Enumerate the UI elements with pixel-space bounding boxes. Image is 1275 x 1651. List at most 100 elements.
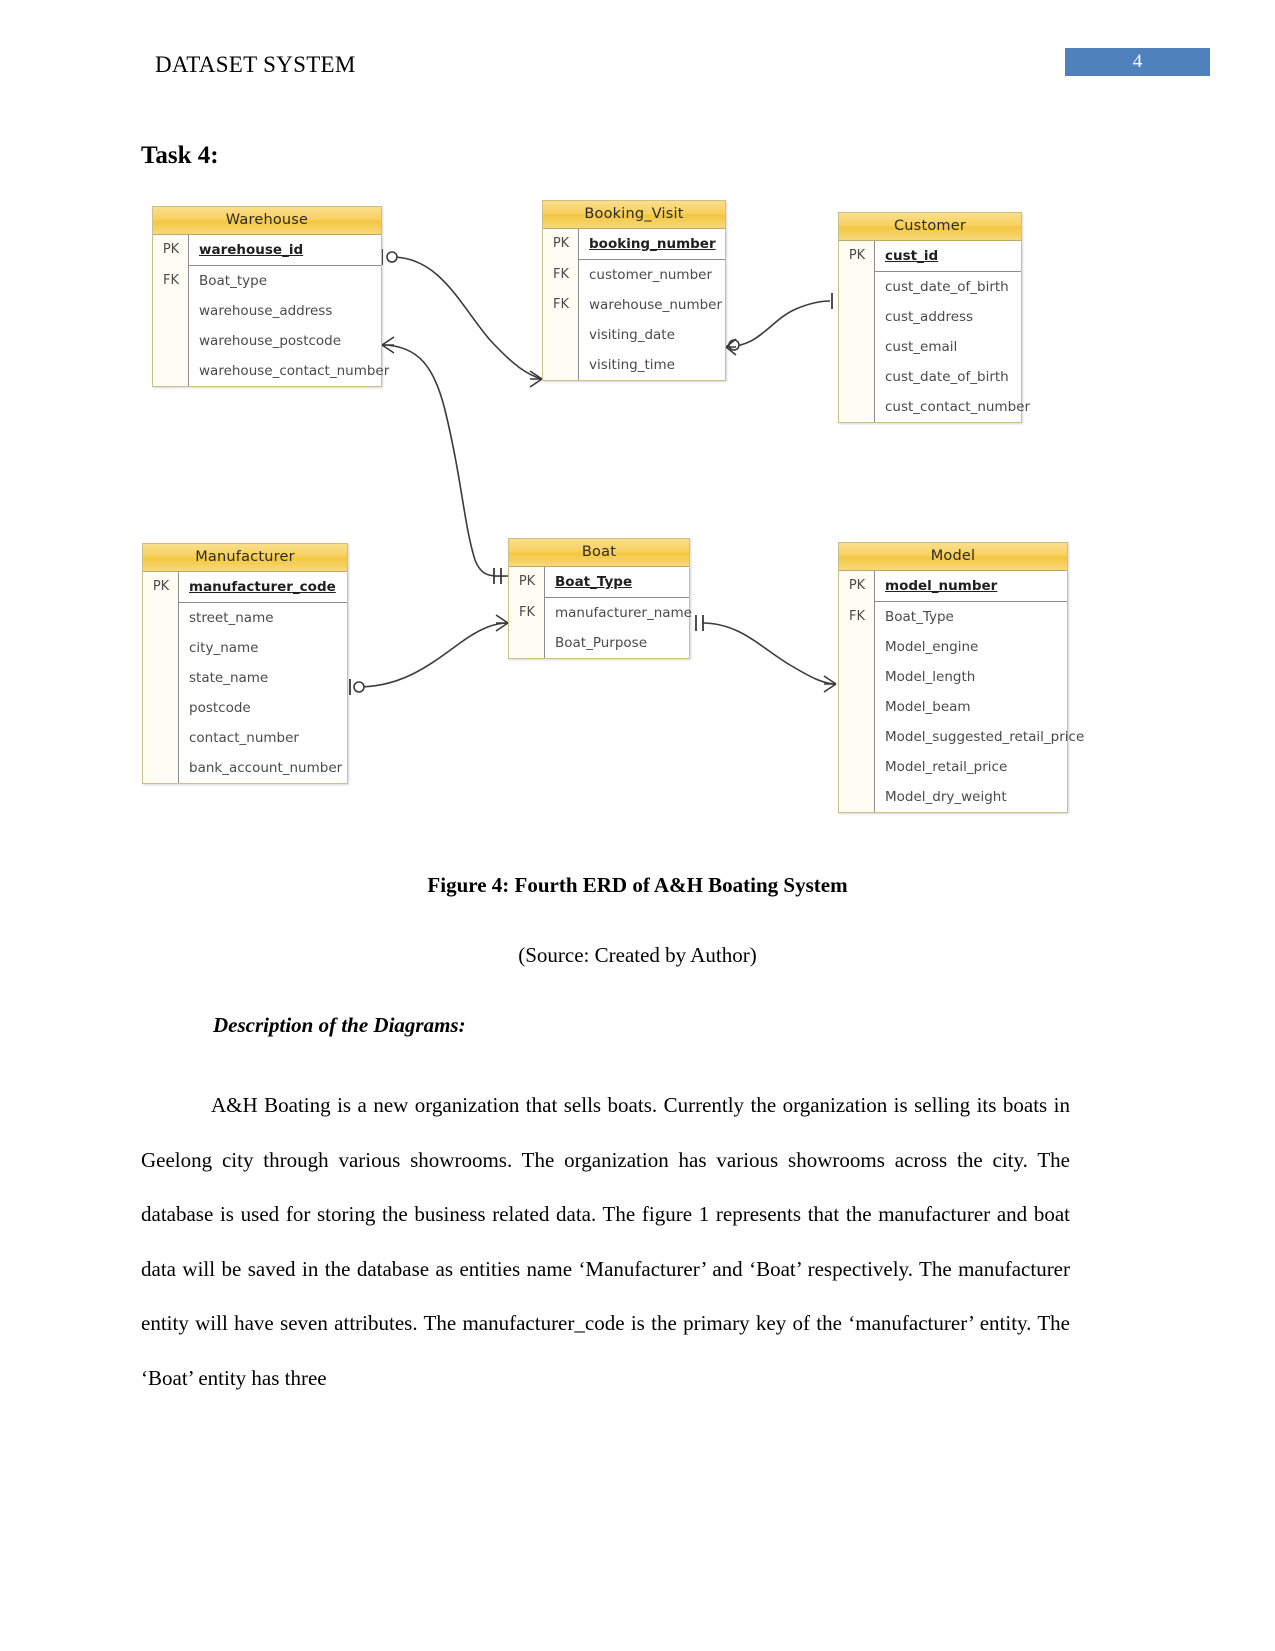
entity-model-title: Model <box>839 543 1067 571</box>
attribute-name: state_name <box>189 670 269 686</box>
attribute-row: PK model_number <box>839 571 1067 601</box>
attribute-key: PK <box>848 248 866 263</box>
entity-boat-body: PK Boat_Type FK manufacturer_name Boat_P… <box>509 567 692 658</box>
entity-warehouse-pk-section: PK warehouse_id <box>153 235 381 266</box>
attribute-row: contact_number <box>143 723 347 753</box>
task-heading: Task 4: <box>141 142 219 169</box>
attribute-name: warehouse_postcode <box>199 333 342 349</box>
entity-manufacturer-body: PK manufacturer_code street_name city_na… <box>143 572 347 783</box>
document-title: DATASET SYSTEM <box>155 52 356 77</box>
description-paragraph: A&H Boating is a new organization that s… <box>141 1093 1070 1390</box>
entity-boat[interactable]: Boat PK Boat_Type FK manufacturer_name B… <box>508 538 692 659</box>
attribute-row: FK manufacturer_name <box>509 598 692 628</box>
figure-source: (Source: Created by Author) <box>518 943 757 967</box>
attribute-row: Model_retail_price <box>839 752 1067 782</box>
entity-customer-body: PK cust_id cust_date_of_birth cust_addre… <box>839 241 1030 422</box>
entity-manufacturer-pk-section: PK manufacturer_code <box>143 572 347 603</box>
figure-caption: Figure 4: Fourth ERD of A&H Boating Syst… <box>427 873 848 897</box>
attribute-row: PK manufacturer_code <box>143 572 347 602</box>
attribute-row: Model_engine <box>839 632 1067 662</box>
attribute-row: postcode <box>143 693 347 723</box>
attribute-row: cust_date_of_birth <box>839 362 1021 392</box>
attribute-name: bank_account_number <box>189 760 343 776</box>
attribute-key: PK <box>162 242 180 257</box>
attribute-row: PK Boat_Type <box>509 567 689 597</box>
entity-warehouse-attr-section: FK Boat_type warehouse_address warehouse… <box>153 266 389 386</box>
attribute-row: cust_date_of_birth <box>839 272 1021 302</box>
attribute-name: Boat_Type <box>885 609 954 625</box>
attribute-name: cust_address <box>885 309 974 325</box>
page-number-label: 4 <box>1132 51 1143 72</box>
attribute-row: warehouse_address <box>153 296 381 326</box>
entity-boat-attr-section: FK manufacturer_name Boat_Purpose <box>509 598 692 658</box>
attribute-name: contact_number <box>189 730 299 746</box>
attribute-row: Model_beam <box>839 692 1067 722</box>
attribute-row: PK booking_number <box>543 229 725 259</box>
entity-booking-visit-body: PK booking_number FK customer_number FK … <box>543 229 725 380</box>
attribute-row: street_name <box>143 603 347 633</box>
attribute-name: Model_length <box>885 669 976 685</box>
attribute-key: PK <box>518 574 536 589</box>
attribute-row: cust_contact_number <box>839 392 1030 422</box>
entity-customer-attr-section: cust_date_of_birth cust_address cust_ema… <box>839 272 1030 422</box>
attribute-key: PK <box>152 579 170 594</box>
attribute-name: cust_id <box>885 248 939 264</box>
attribute-key: PK <box>848 578 866 593</box>
attribute-row: city_name <box>143 633 347 663</box>
entity-model-attr-section: FK Boat_Type Model_engine Model_length M… <box>839 602 1084 812</box>
attribute-key: FK <box>848 609 865 624</box>
attribute-name: Model_suggested_retail_price <box>885 729 1085 745</box>
entity-manufacturer[interactable]: Manufacturer PK manufacturer_code street… <box>142 543 348 784</box>
entity-customer[interactable]: Customer PK cust_id cust_date_of_birth c… <box>838 212 1030 423</box>
entity-boat-title: Boat <box>509 539 689 567</box>
attribute-name: city_name <box>189 640 259 656</box>
attribute-key: FK <box>162 273 179 288</box>
attribute-row: Model_suggested_retail_price <box>839 722 1084 752</box>
attribute-name: warehouse_contact_number <box>199 363 390 379</box>
attribute-name: visiting_time <box>589 357 675 373</box>
attribute-row: cust_address <box>839 302 1021 332</box>
entity-warehouse-title: Warehouse <box>153 207 381 235</box>
attribute-name: warehouse_number <box>589 297 723 313</box>
erd-diagram: Warehouse PK warehouse_id FK Boat_type w… <box>130 195 1090 845</box>
attribute-name: Model_beam <box>885 699 971 715</box>
attribute-row: FK warehouse_number <box>543 290 725 320</box>
attribute-row: FK customer_number <box>543 260 725 290</box>
attribute-name: postcode <box>189 700 251 716</box>
attribute-row: Boat_Purpose <box>509 628 689 658</box>
attribute-name: customer_number <box>589 267 713 283</box>
attribute-name: cust_date_of_birth <box>885 279 1009 295</box>
attribute-row: bank_account_number <box>143 753 347 783</box>
attribute-name: warehouse_id <box>199 242 304 258</box>
attribute-row: Model_dry_weight <box>839 782 1067 812</box>
entity-model-body: PK model_number FK Boat_Type Model_engin… <box>839 571 1084 812</box>
attribute-name: Boat_Type <box>555 574 633 590</box>
attribute-row: PK cust_id <box>839 241 1021 271</box>
attribute-key: PK <box>552 236 570 251</box>
entity-booking-visit-pk-section: PK booking_number <box>543 229 725 260</box>
entity-customer-pk-section: PK cust_id <box>839 241 1021 272</box>
entity-manufacturer-title: Manufacturer <box>143 544 347 572</box>
entity-warehouse-body: PK warehouse_id FK Boat_type warehouse_a… <box>153 235 389 386</box>
attribute-key: FK <box>552 297 569 312</box>
entity-model[interactable]: Model PK model_number FK Boat_Type Model… <box>838 542 1084 813</box>
attribute-name: manufacturer_name <box>555 605 692 621</box>
attribute-name: warehouse_address <box>199 303 333 319</box>
attribute-key: FK <box>518 605 535 620</box>
attribute-row: FK Boat_type <box>153 266 381 296</box>
attribute-row: Model_length <box>839 662 1067 692</box>
attribute-name: Model_retail_price <box>885 759 1008 775</box>
attribute-row: FK Boat_Type <box>839 602 1067 632</box>
entity-booking-visit-title: Booking_Visit <box>543 201 725 229</box>
attribute-name: cust_email <box>885 339 958 355</box>
attribute-name: street_name <box>189 610 274 626</box>
attribute-name: cust_contact_number <box>885 399 1031 415</box>
page-number-badge: 4 <box>1065 48 1210 76</box>
attribute-key: FK <box>552 267 569 282</box>
entity-warehouse[interactable]: Warehouse PK warehouse_id FK Boat_type w… <box>152 206 389 387</box>
attribute-name: booking_number <box>589 236 716 252</box>
entity-booking-visit[interactable]: Booking_Visit PK booking_number FK custo… <box>542 200 726 381</box>
entity-boat-pk-section: PK Boat_Type <box>509 567 689 598</box>
attribute-row: PK warehouse_id <box>153 235 381 265</box>
attribute-row: warehouse_contact_number <box>153 356 389 386</box>
